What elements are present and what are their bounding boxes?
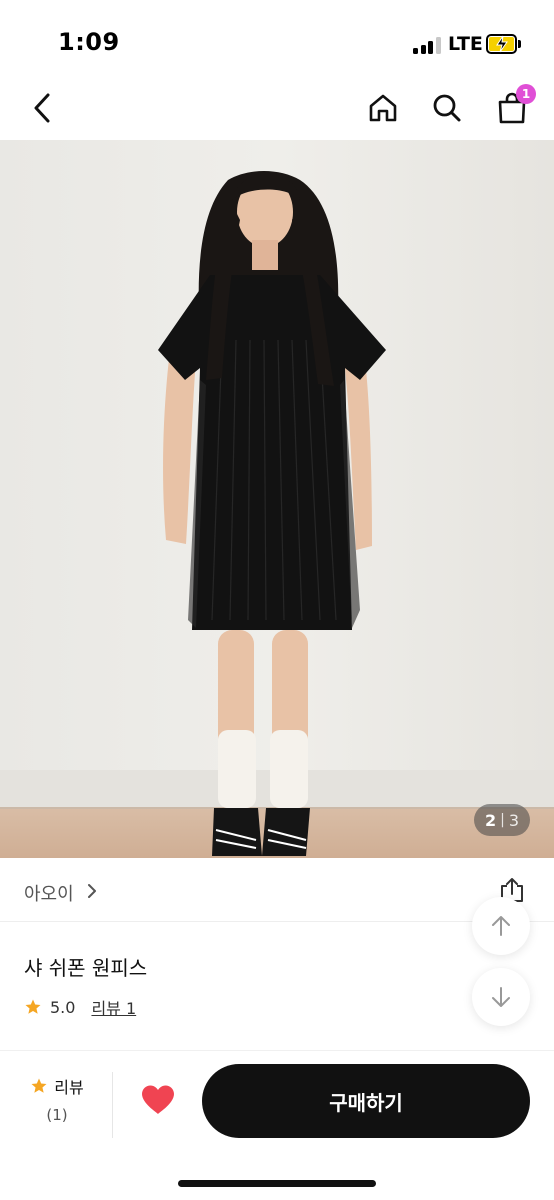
wishlist-button[interactable] <box>138 1080 178 1120</box>
review-summary-button[interactable]: 리뷰 (1) <box>22 1074 92 1134</box>
review-count: (1) <box>46 1106 68 1124</box>
signal-strength-icon <box>413 36 443 54</box>
status-time: 1:09 <box>58 28 120 56</box>
rating-score: 5.0 <box>50 997 76 1017</box>
brand-name[interactable]: 아오이 <box>24 880 74 906</box>
cart-count-badge: 1 <box>516 84 536 104</box>
section-divider <box>0 1050 554 1051</box>
product-photo-illustration <box>0 140 554 858</box>
home-indicator <box>178 1180 376 1187</box>
chevron-right-icon <box>88 884 96 898</box>
battery-charging-icon <box>486 34 522 54</box>
buy-button[interactable]: 구매하기 <box>202 1064 530 1138</box>
heart-icon <box>142 1085 174 1114</box>
network-type: LTE <box>448 33 483 55</box>
review-link[interactable]: 리뷰 1 <box>91 995 136 1019</box>
review-label: 리뷰 <box>54 1078 84 1097</box>
status-bar: 1:09 LTE <box>0 0 554 80</box>
scroll-bottom-button[interactable] <box>472 968 530 1026</box>
home-icon <box>369 94 397 122</box>
search-icon <box>433 94 461 122</box>
bar-divider <box>112 1072 113 1138</box>
bottom-action-bar: 리뷰 (1) 구매하기 <box>0 1052 554 1200</box>
image-total-count: 3 <box>508 810 520 830</box>
arrow-up-icon <box>492 916 510 936</box>
arrow-down-icon <box>492 987 510 1007</box>
rating-row: 5.0 리뷰 1 <box>24 996 136 1018</box>
star-icon <box>31 1078 47 1093</box>
back-chevron-icon <box>34 93 50 123</box>
brand-row[interactable]: 아오이 <box>0 858 554 922</box>
star-icon <box>25 999 41 1014</box>
product-title: 샤 쉬폰 원피스 <box>24 956 148 980</box>
image-index-separator: | <box>500 812 505 828</box>
product-photo[interactable] <box>0 140 554 858</box>
image-current-index: 2 <box>484 810 497 830</box>
scroll-top-button[interactable] <box>472 897 530 955</box>
top-navigation <box>0 80 554 138</box>
image-page-indicator: 2 | 3 <box>474 804 530 836</box>
search-button[interactable] <box>427 88 467 128</box>
back-button[interactable] <box>24 88 60 128</box>
home-button[interactable] <box>363 88 403 128</box>
